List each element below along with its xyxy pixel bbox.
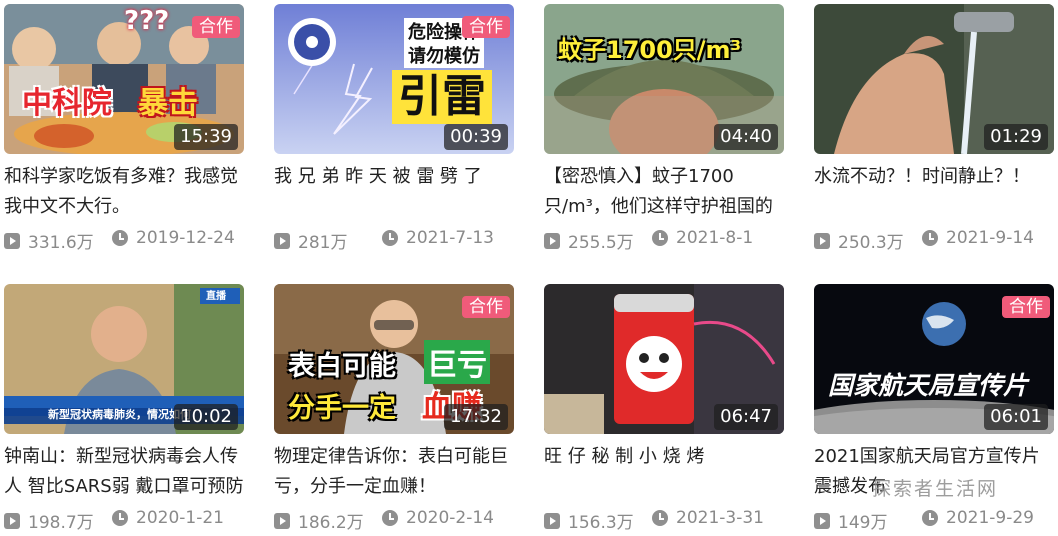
play-count-icon xyxy=(274,512,290,529)
duration-label: 00:39 xyxy=(444,124,508,150)
thumbnail-caption: 新型冠状病毒肺炎，情况如何 xyxy=(48,408,191,421)
video-thumbnail[interactable]: ??? 中科院 暴击 合作 15:39 xyxy=(4,4,244,154)
thumbnail-caption: 引雷 xyxy=(392,70,492,124)
upload-date: 2021-7-13 xyxy=(406,228,494,248)
video-meta: 255.5万 2021-8-1 xyxy=(544,228,784,253)
video-title[interactable]: 水流不动？！时间静止？！ xyxy=(814,162,1054,222)
video-thumbnail[interactable]: 国家航天局宣传片 合作 06:01 xyxy=(814,284,1054,434)
video-meta: 281万 2021-7-13 xyxy=(274,228,514,253)
upload-date: 2021-9-29 xyxy=(946,508,1034,528)
duration-label: 10:02 xyxy=(174,404,238,430)
clock-icon xyxy=(922,510,938,526)
play-count-icon xyxy=(274,232,290,249)
view-count: 156.3万 xyxy=(568,513,634,533)
video-title[interactable]: 钟南山：新型冠状病毒会人传人 智比SARS弱 戴口罩可预防 xyxy=(4,442,244,502)
play-count-icon xyxy=(544,232,560,249)
upload-date: 2021-3-31 xyxy=(676,508,764,528)
thumbnail-caption: 中科院 xyxy=(22,86,112,121)
upload-date: 2020-1-21 xyxy=(136,508,224,528)
thumbnail-caption: 巨亏 xyxy=(424,340,490,384)
play-count-icon xyxy=(814,232,830,249)
video-thumbnail[interactable]: 蚊子1700只/m³ 04:40 xyxy=(544,4,784,154)
play-count-icon xyxy=(814,512,830,529)
duration-label: 04:40 xyxy=(714,124,778,150)
play-count-icon xyxy=(4,512,20,529)
duration-label: 06:01 xyxy=(984,404,1048,430)
view-count: 255.5万 xyxy=(568,233,634,253)
site-watermark: 探索者生活网 xyxy=(872,478,999,500)
thumbnail-caption: 蚊子1700只/m³ xyxy=(558,36,742,64)
video-title[interactable]: 我 兄 弟 昨 天 被 雷 劈 了 xyxy=(274,162,514,222)
clock-icon xyxy=(382,510,398,526)
thumbnail-caption: 请勿模仿 xyxy=(404,42,484,68)
clock-icon xyxy=(922,230,938,246)
video-title[interactable]: 旺 仔 秘 制 小 烧 烤 xyxy=(544,442,784,502)
view-count: 149万 xyxy=(838,513,888,533)
video-meta: 198.7万 2020-1-21 xyxy=(4,508,244,533)
video-thumbnail[interactable]: 06:47 xyxy=(544,284,784,434)
thumbnail-caption: 表白可能 xyxy=(288,351,396,382)
video-thumbnail[interactable]: 表白可能 巨亏 分手一定 血赚 合作 17:32 xyxy=(274,284,514,434)
video-title[interactable]: 和科学家吃饭有多难？我感觉我中文不大行。 xyxy=(4,162,244,222)
video-title[interactable]: 物理定律告诉你：表白可能巨亏，分手一定血赚！ xyxy=(274,442,514,502)
view-count: 281万 xyxy=(298,233,348,253)
collab-badge: 合作 xyxy=(462,16,510,38)
video-thumbnail[interactable]: 01:29 xyxy=(814,4,1054,154)
video-meta: 156.3万 2021-3-31 xyxy=(544,508,784,533)
clock-icon xyxy=(652,510,668,526)
upload-date: 2021-8-1 xyxy=(676,228,754,248)
video-thumbnail[interactable]: 直播 新型冠状病毒肺炎，情况如何 10:02 xyxy=(4,284,244,434)
video-meta: 149万 2021-9-29 xyxy=(814,508,1054,533)
play-count-icon xyxy=(544,512,560,529)
video-thumbnail[interactable]: 危险操作 请勿模仿 引雷 合作 00:39 xyxy=(274,4,514,154)
thumbnail-caption: ??? xyxy=(124,6,170,36)
video-title[interactable]: 【密恐慎入】蚊子1700只/m³，他们这样守护祖国的 xyxy=(544,162,784,222)
duration-label: 01:29 xyxy=(984,124,1048,150)
view-count: 331.6万 xyxy=(28,233,94,253)
thumbnail-caption: 分手一定 xyxy=(288,393,396,424)
upload-date: 2019-12-24 xyxy=(136,228,235,248)
upload-date: 2020-2-14 xyxy=(406,508,494,528)
thumbnail-caption: 直播 xyxy=(206,291,226,302)
upload-date: 2021-9-14 xyxy=(946,228,1034,248)
video-meta: 186.2万 2020-2-14 xyxy=(274,508,514,533)
video-meta: 331.6万 2019-12-24 xyxy=(4,228,244,253)
duration-label: 06:47 xyxy=(714,404,778,430)
video-meta: 250.3万 2021-9-14 xyxy=(814,228,1054,253)
collab-badge: 合作 xyxy=(1002,296,1050,318)
duration-label: 15:39 xyxy=(174,124,238,150)
thumbnail-caption: 国家航天局宣传片 xyxy=(828,371,1029,400)
thumbnail-caption: 暴击 xyxy=(138,86,198,121)
clock-icon xyxy=(652,230,668,246)
clock-icon xyxy=(112,230,128,246)
collab-badge: 合作 xyxy=(462,296,510,318)
clock-icon xyxy=(112,510,128,526)
view-count: 198.7万 xyxy=(28,513,94,533)
view-count: 250.3万 xyxy=(838,233,904,253)
duration-label: 17:32 xyxy=(444,404,508,430)
play-count-icon xyxy=(4,232,20,249)
clock-icon xyxy=(382,230,398,246)
collab-badge: 合作 xyxy=(192,16,240,38)
view-count: 186.2万 xyxy=(298,513,364,533)
